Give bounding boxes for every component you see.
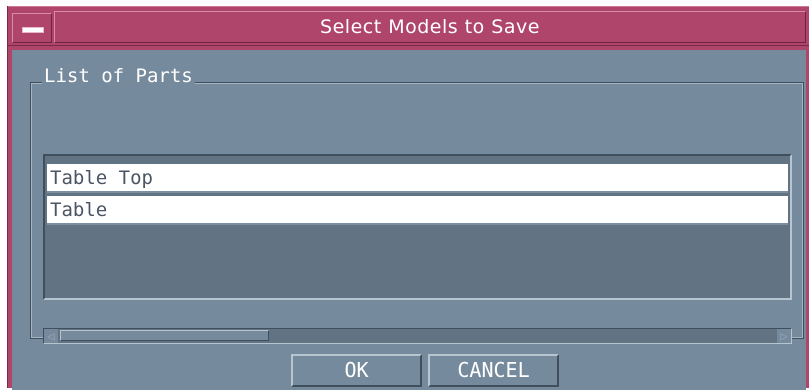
ok-button[interactable]: OK [291,354,422,387]
title-bar[interactable]: Select Models to Save [8,6,809,46]
window-menu-icon [22,27,44,33]
parts-list[interactable]: Table Top Table [43,154,792,300]
cancel-button[interactable]: CANCEL [428,354,559,387]
scroll-left-arrow-icon[interactable]: ◁ [44,329,58,343]
list-item[interactable]: Table Top [47,164,788,193]
parts-frame-label: List of Parts [42,65,195,87]
scroll-right-arrow-icon[interactable]: ▷ [777,329,791,343]
list-item[interactable]: Table [47,196,788,225]
scrollbar-thumb[interactable] [60,330,269,341]
dialog-window: Select Models to Save List of Parts Tabl… [7,6,809,390]
dialog-client-area: List of Parts Table Top Table ◁ ▷ [12,50,806,390]
horizontal-scrollbar[interactable]: ◁ ▷ [43,328,792,344]
title-area[interactable]: Select Models to Save [54,11,806,43]
window-menu-button[interactable] [12,13,52,43]
window-title: Select Models to Save [320,16,540,38]
